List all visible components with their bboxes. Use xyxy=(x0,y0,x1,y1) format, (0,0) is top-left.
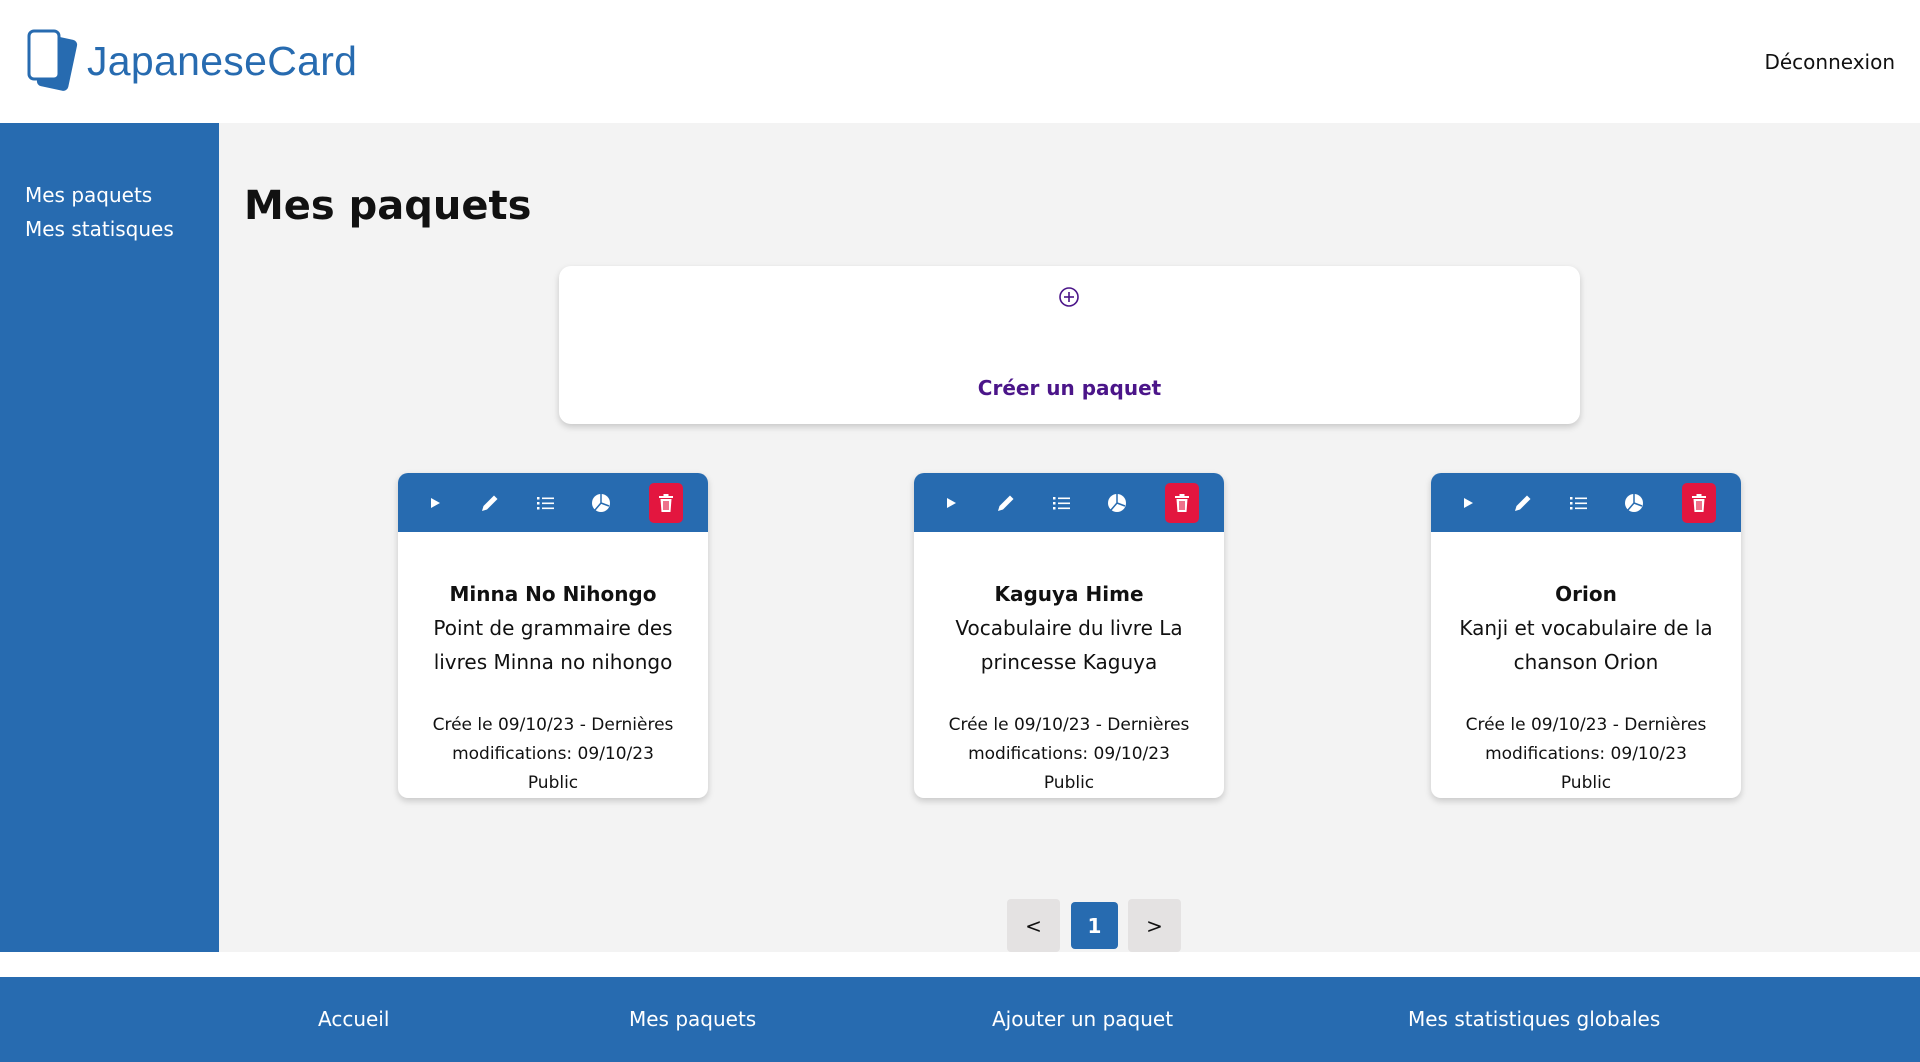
deck-meta: Crée le 09/10/23 - Dernières modificatio… xyxy=(948,715,1190,764)
stats-button[interactable] xyxy=(1617,485,1651,521)
play-button[interactable] xyxy=(1451,485,1485,521)
cards-logo-icon xyxy=(27,29,78,91)
deck-meta: Crée le 09/10/23 - Dernières modificatio… xyxy=(432,715,674,764)
deck-visibility: Public xyxy=(527,773,579,793)
pagination: < 1 > xyxy=(1007,899,1207,952)
stats-button[interactable] xyxy=(1100,485,1134,521)
pencil-icon xyxy=(1515,495,1531,511)
footer: Accueil Mes paquets Ajouter un paquet Me… xyxy=(0,977,1920,1062)
next-page-button[interactable]: > xyxy=(1128,899,1181,952)
list-button[interactable] xyxy=(1562,485,1596,521)
create-deck-label: Créer un paquet xyxy=(977,376,1162,400)
play-icon xyxy=(431,498,440,508)
deck-meta: Crée le 09/10/23 - Dernières modificatio… xyxy=(1465,715,1707,764)
delete-button[interactable] xyxy=(649,483,683,523)
delete-button[interactable] xyxy=(1682,483,1716,523)
stats-button[interactable] xyxy=(584,485,618,521)
edit-button[interactable] xyxy=(473,485,507,521)
deck-card: Minna No Nihongo Point de grammaire des … xyxy=(398,473,708,798)
deck-visibility: Public xyxy=(1560,773,1612,793)
play-button[interactable] xyxy=(934,485,968,521)
deck-description: Vocabulaire du livre La princesse Kaguya xyxy=(955,616,1183,674)
logo[interactable]: JapaneseCard xyxy=(25,29,357,95)
deck-card: Kaguya Hime Vocabulaire du livre La prin… xyxy=(914,473,1224,798)
deck-body: Minna No Nihongo Point de grammaire des … xyxy=(398,532,708,798)
play-button[interactable] xyxy=(418,485,452,521)
footer-link-accueil[interactable]: Accueil xyxy=(318,1007,389,1031)
deck-description: Point de grammaire des livres Minna no n… xyxy=(433,616,673,674)
list-icon xyxy=(1570,497,1587,510)
list-button[interactable] xyxy=(529,485,563,521)
delete-button[interactable] xyxy=(1165,483,1199,523)
page-title: Mes paquets xyxy=(244,183,532,229)
deck-title: Kaguya Hime xyxy=(994,582,1144,606)
prev-page-button[interactable]: < xyxy=(1007,899,1060,952)
pencil-icon xyxy=(482,495,498,511)
plus-circle-icon xyxy=(1059,287,1079,307)
play-icon xyxy=(947,498,956,508)
footer-link-mes-paquets[interactable]: Mes paquets xyxy=(629,1007,756,1031)
pie-chart-icon xyxy=(1108,494,1126,512)
page-1-button[interactable]: 1 xyxy=(1071,902,1118,949)
main-content: Mes paquets Créer un paquet Minna No Nih… xyxy=(219,123,1920,952)
deck-title: Minna No Nihongo xyxy=(449,582,657,606)
trash-icon xyxy=(1692,494,1706,512)
deck-toolbar xyxy=(398,473,708,532)
pie-chart-icon xyxy=(592,494,610,512)
edit-button[interactable] xyxy=(989,485,1023,521)
edit-button[interactable] xyxy=(1506,485,1540,521)
list-icon xyxy=(537,497,554,510)
sidebar: Mes paquets Mes statisques xyxy=(0,123,219,952)
trash-icon xyxy=(659,494,673,512)
list-button[interactable] xyxy=(1045,485,1079,521)
top-header: JapaneseCard Déconnexion xyxy=(0,0,1920,123)
deck-body: Kaguya Hime Vocabulaire du livre La prin… xyxy=(914,532,1224,798)
list-icon xyxy=(1053,497,1070,510)
deck-toolbar xyxy=(914,473,1224,532)
deck-title: Orion xyxy=(1555,582,1617,606)
logo-text: JapaneseCard xyxy=(87,38,358,84)
logout-link[interactable]: Déconnexion xyxy=(1764,50,1895,74)
sidebar-item-mes-paquets[interactable]: Mes paquets xyxy=(25,178,219,212)
deck-card: Orion Kanji et vocabulaire de la chanson… xyxy=(1431,473,1741,798)
create-deck-card[interactable]: Créer un paquet xyxy=(559,266,1580,424)
sidebar-item-mes-statisques[interactable]: Mes statisques xyxy=(25,212,219,246)
deck-toolbar xyxy=(1431,473,1741,532)
footer-link-ajouter-paquet[interactable]: Ajouter un paquet xyxy=(992,1007,1173,1031)
deck-visibility: Public xyxy=(1043,773,1095,793)
deck-body: Orion Kanji et vocabulaire de la chanson… xyxy=(1431,532,1741,798)
footer-link-statistiques[interactable]: Mes statistiques globales xyxy=(1408,1007,1660,1031)
pencil-icon xyxy=(998,495,1014,511)
trash-icon xyxy=(1175,494,1189,512)
pie-chart-icon xyxy=(1625,494,1643,512)
play-icon xyxy=(1464,498,1473,508)
deck-description: Kanji et vocabulaire de la chanson Orion xyxy=(1459,616,1713,674)
